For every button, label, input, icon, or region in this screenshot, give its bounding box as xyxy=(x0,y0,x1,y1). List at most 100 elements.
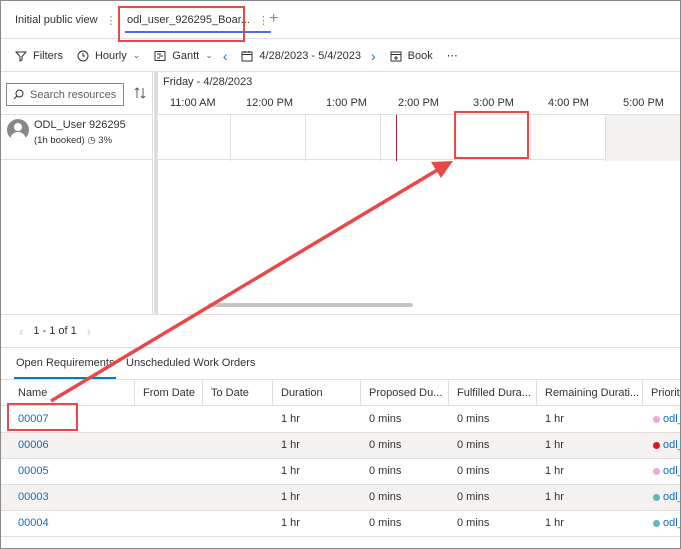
requirement-name-link[interactable]: 00003 xyxy=(18,485,49,510)
remaining-duration-cell: 1 hr xyxy=(545,517,564,529)
priority-cell: odl_ xyxy=(653,511,680,536)
book-label: Book xyxy=(407,49,433,62)
gantt-dropdown[interactable]: Gantt ⌄ xyxy=(154,49,213,62)
column-header-priority[interactable]: Priority xyxy=(643,380,680,406)
more-options-icon[interactable]: ⋯ xyxy=(447,49,458,62)
resources-panel: Search resources ODL_User 926295 (1h boo… xyxy=(1,72,153,314)
resource-name: ODL_User 926295 xyxy=(34,119,126,131)
priority-cell: odl_ xyxy=(653,459,680,484)
priority-cell: odl_ xyxy=(653,433,680,458)
duration-cell: 1 hr xyxy=(281,465,300,477)
priority-color-dot xyxy=(653,415,660,423)
column-header-fulfilled-duration[interactable]: Fulfilled Dura... xyxy=(449,380,537,406)
tab-label: Unscheduled Work Orders xyxy=(126,357,256,369)
priority-cell: odl_ xyxy=(653,407,680,432)
booked-hours: (1h booked) xyxy=(34,135,85,146)
resource-row[interactable]: ODL_User 926295 (1h booked) ◷ 3% xyxy=(1,114,153,160)
annotation-highlight-slot xyxy=(454,111,529,159)
add-tab-icon[interactable]: + xyxy=(269,11,278,27)
fulfilled-duration-cell: 0 mins xyxy=(457,465,490,477)
priority-link[interactable]: odl_ xyxy=(663,465,680,477)
hour-label: 1:00 PM xyxy=(326,97,367,109)
hour-label: 12:00 PM xyxy=(246,97,294,109)
tab-unscheduled-work-orders[interactable]: Unscheduled Work Orders xyxy=(126,357,255,369)
previous-page-icon[interactable]: ‹ xyxy=(19,324,23,339)
pager-text: 1 - 1 of 1 xyxy=(33,325,77,337)
annotation-highlight-requirement xyxy=(7,403,78,431)
search-resources-input[interactable]: Search resources xyxy=(6,83,124,106)
proposed-duration-cell: 0 mins xyxy=(369,413,402,425)
hour-label: 2:00 PM xyxy=(398,97,439,109)
requirement-name-link[interactable]: 00006 xyxy=(18,433,49,458)
hourly-label: Hourly xyxy=(94,49,127,62)
gantt-icon xyxy=(154,50,166,61)
table-row[interactable]: 000071 hr0 mins0 mins1 hrodl_ xyxy=(1,407,680,433)
filter-icon xyxy=(15,51,27,62)
tab-label: Open Requirements xyxy=(16,357,115,369)
remaining-duration-cell: 1 hr xyxy=(545,413,564,425)
hour-label: 5:00 PM xyxy=(623,97,664,109)
filters-button[interactable]: Filters xyxy=(15,50,63,62)
calendar-icon xyxy=(241,50,253,61)
column-header-from-date[interactable]: From Date xyxy=(135,380,203,406)
tab-open-requirements[interactable]: Open Requirements xyxy=(14,357,117,379)
hour-label: 3:00 PM xyxy=(473,97,514,109)
horizontal-scrollbar[interactable] xyxy=(208,303,413,307)
board-toolbar: Filters Hourly ⌄ Gantt ⌄ ‹ 4/28/2023 - 5… xyxy=(1,40,680,72)
priority-color-dot xyxy=(653,467,660,475)
fulfilled-duration-cell: 0 mins xyxy=(457,439,490,451)
priority-link[interactable]: odl_ xyxy=(663,517,680,529)
column-header-duration[interactable]: Duration xyxy=(273,380,361,406)
proposed-duration-cell: 0 mins xyxy=(369,491,402,503)
gantt-resource-row[interactable] xyxy=(158,114,680,161)
resource-booking-info: (1h booked) ◷ 3% xyxy=(34,135,112,146)
table-row[interactable]: 00006 1 hr 0 mins 0 mins 1 hr odl_ xyxy=(1,433,680,459)
priority-link[interactable]: odl_ xyxy=(663,439,680,451)
utilization-percent: 3% xyxy=(98,135,113,146)
column-header-remaining-duration[interactable]: Remaining Durati... xyxy=(537,380,643,406)
table-row[interactable]: 00005 1 hr 0 mins 0 mins 1 hr odl_ xyxy=(1,459,680,485)
priority-color-dot xyxy=(653,441,660,449)
column-header-proposed-duration[interactable]: Proposed Du... xyxy=(361,380,449,406)
remaining-duration-cell: 1 hr xyxy=(545,491,564,503)
priority-cell: odl_ xyxy=(653,485,680,510)
requirement-name-link[interactable]: 00005 xyxy=(18,459,49,484)
fulfilled-duration-cell: 0 mins xyxy=(457,413,490,425)
clock-icon xyxy=(77,50,89,61)
grid-header: Name From Date To Date Duration Proposed… xyxy=(1,379,680,406)
requirements-tabs: Open Requirements Unscheduled Work Order… xyxy=(1,349,680,379)
tab-initial-public-view[interactable]: Initial public view ⋮ xyxy=(15,1,117,39)
remaining-duration-cell: 1 hr xyxy=(545,465,564,477)
date-range-label: 4/28/2023 - 5/4/2023 xyxy=(259,49,361,62)
tab-options-icon[interactable]: ⋮ xyxy=(258,14,269,27)
tab-options-icon[interactable]: ⋮ xyxy=(106,14,117,27)
chevron-down-icon: ⌄ xyxy=(132,50,141,60)
book-button[interactable]: Book xyxy=(390,50,433,62)
avatar xyxy=(7,119,29,141)
hour-label: 4:00 PM xyxy=(548,97,589,109)
sort-icon[interactable] xyxy=(134,86,146,100)
table-row[interactable]: 00004 1 hr 0 mins 0 mins 1 hr odl_ xyxy=(1,511,680,537)
hour-gridline xyxy=(605,115,606,161)
tab-label: Initial public view xyxy=(15,14,98,26)
column-header-to-date[interactable]: To Date xyxy=(203,380,273,406)
hour-gridline xyxy=(380,115,381,161)
gantt-label: Gantt xyxy=(172,49,200,62)
annotation-highlight-tab xyxy=(118,6,245,42)
requirement-name-link[interactable]: 00004 xyxy=(18,511,49,536)
search-icon xyxy=(13,89,24,100)
duration-cell: 1 hr xyxy=(281,517,300,529)
date-range-picker[interactable]: 4/28/2023 - 5/4/2023 xyxy=(241,50,361,62)
gantt-date-label: Friday - 4/28/2023 xyxy=(163,76,253,88)
hourly-dropdown[interactable]: Hourly ⌄ xyxy=(77,50,140,62)
fulfilled-duration-cell: 0 mins xyxy=(457,491,490,503)
table-row[interactable]: 00003 1 hr 0 mins 0 mins 1 hr odl_ xyxy=(1,485,680,511)
priority-link[interactable]: odl_ xyxy=(663,413,680,425)
previous-range-icon[interactable]: ‹ xyxy=(223,48,228,64)
duration-cell: 1 hr xyxy=(281,491,300,503)
hour-gridline xyxy=(230,115,231,161)
priority-link[interactable]: odl_ xyxy=(663,491,680,503)
hour-gridline xyxy=(530,115,531,161)
next-range-icon[interactable]: › xyxy=(371,48,376,64)
next-page-icon[interactable]: › xyxy=(87,324,91,339)
